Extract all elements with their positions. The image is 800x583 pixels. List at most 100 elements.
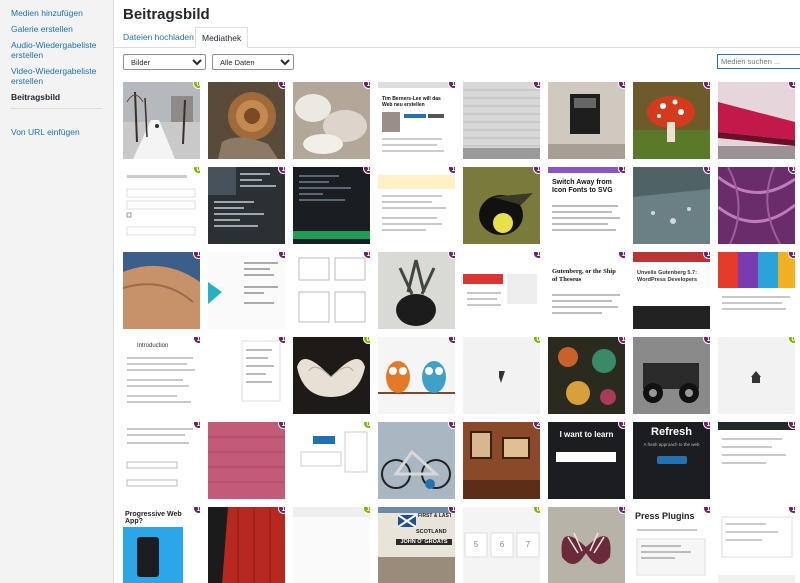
attachment-thumb[interactable]: 1	[293, 82, 370, 159]
attachment-thumb[interactable]: 1	[208, 507, 285, 583]
attachment-thumb[interactable]: 1	[208, 252, 285, 329]
attachment-thumb[interactable]: 1	[208, 167, 285, 244]
wireframe-image	[293, 252, 370, 329]
pattern-art-image	[548, 337, 625, 414]
pink-texture-image	[208, 422, 285, 499]
media-modal-content: Beitragsbild Dateien hochladen Mediathek…	[114, 0, 800, 583]
menu-screenshot-image	[208, 337, 285, 414]
article-headline: Tim Berners-Lee will das Web neu erstell…	[382, 96, 441, 108]
attachment-thumb[interactable]: 1	[293, 507, 370, 583]
sidebar-item-add-media[interactable]: Medien hinzufügen	[0, 8, 113, 18]
attachment-thumb[interactable]: 1	[208, 337, 285, 414]
attachment-thumb[interactable]: 1	[378, 252, 455, 329]
document-heading: Introduction	[137, 343, 169, 349]
admin-screenshot-image	[718, 507, 795, 583]
attachment-thumb[interactable]: 1	[718, 252, 795, 329]
attachment-thumb[interactable]: 5 6 7 0	[463, 507, 540, 583]
attachment-thumb[interactable]: 1	[463, 167, 540, 244]
butterfly-image	[548, 507, 625, 583]
sidebar-item-featured-image[interactable]: Beitragsbild	[0, 92, 113, 102]
attachment-thumb[interactable]: 1	[548, 82, 625, 159]
attachment-thumb[interactable]: Introduction 1	[123, 337, 200, 414]
purple-macro-image	[718, 167, 795, 244]
attachment-thumb[interactable]: 1	[293, 252, 370, 329]
attachment-thumb[interactable]: 1	[633, 167, 710, 244]
book-pages-image	[293, 337, 370, 414]
brick-wall-image	[463, 82, 540, 159]
media-type-filter[interactable]: Bilder	[123, 54, 206, 70]
attachment-thumb[interactable]: Gutenberg, or the Ship of Theseus 1	[548, 252, 625, 329]
attachment-thumb[interactable]: 1	[633, 82, 710, 159]
code-screenshot-image	[208, 167, 285, 244]
attachment-thumb[interactable]: 1	[463, 252, 540, 329]
attachment-thumb[interactable]: 1	[123, 252, 200, 329]
banner-heading: I want to learn	[559, 430, 614, 439]
attachment-thumb[interactable]: 1	[378, 337, 455, 414]
sidebar-item-create-audio-playlist[interactable]: Audio-Wiedergabeliste erstellen	[0, 40, 113, 60]
attachment-thumb[interactable]: 1	[718, 82, 795, 159]
attachment-thumb[interactable]: Refresh A fresh approach to the web 1	[633, 422, 710, 499]
attachment-thumb[interactable]: 1	[463, 82, 540, 159]
attachment-thumb[interactable]: 1	[208, 82, 285, 159]
tab-upload-files[interactable]: Dateien hochladen	[117, 27, 200, 48]
pin-placeholder-image	[463, 337, 540, 414]
website-screenshot-image	[463, 252, 540, 329]
news-screenshot-image	[633, 252, 710, 329]
tab-media-library[interactable]: Mediathek	[195, 27, 249, 48]
attachment-thumb[interactable]: 1	[718, 167, 795, 244]
document-screenshot-image	[378, 167, 455, 244]
attachment-thumb[interactable]: 1	[208, 422, 285, 499]
mushroom-image	[633, 82, 710, 159]
owls-illustration-image	[378, 337, 455, 414]
attachment-thumb[interactable]: 1	[378, 167, 455, 244]
sign-line-2: SCOTLAND	[416, 529, 447, 535]
attachment-thumb[interactable]: 0	[123, 82, 200, 159]
attachment-thumb[interactable]: FIRST & LAST SCOTLAND JOHN O' GROATS 1	[378, 507, 455, 583]
router-tabs: Dateien hochladen Mediathek	[114, 27, 800, 48]
article-screenshot-image	[378, 82, 455, 159]
sidebar: Medien hinzufügen Galerie erstellen Audi…	[0, 0, 114, 583]
attachment-thumb[interactable]: 1	[718, 507, 795, 583]
attachment-thumb[interactable]: Press Plugins 1	[633, 507, 710, 583]
article-headline: Unveils Gutenberg 5.7: WordPress Develop…	[637, 270, 698, 283]
plant-pot-image	[378, 252, 455, 329]
vintage-car-image	[633, 337, 710, 414]
attachment-thumb[interactable]: 0	[123, 167, 200, 244]
media-date-filter[interactable]: Alle Daten	[212, 54, 294, 70]
attachment-thumb[interactable]: 1	[123, 422, 200, 499]
login-form-image	[293, 422, 370, 499]
sign-line-1: FIRST & LAST	[418, 513, 452, 519]
attachment-thumb[interactable]: 1	[633, 337, 710, 414]
attachment-thumb[interactable]: 1	[293, 167, 370, 244]
attachment-thumb[interactable]: I want to learn 1	[548, 422, 625, 499]
water-drops-image	[633, 167, 710, 244]
wall-frames-image	[463, 422, 540, 499]
sidebar-item-insert-from-url[interactable]: Von URL einfügen	[0, 127, 113, 137]
attachment-thumb[interactable]: 1	[378, 422, 455, 499]
attachment-thumb[interactable]: 2	[463, 422, 540, 499]
banner-heading: Refresh	[651, 426, 692, 438]
red-building-image	[208, 507, 285, 583]
attachment-thumb[interactable]: 0	[293, 422, 370, 499]
box-number: 6	[499, 540, 505, 549]
attachment-thumb[interactable]: 0	[463, 337, 540, 414]
article-headline: Gutenberg, or the Ship of Theseus	[552, 268, 616, 283]
blank-page-image	[293, 507, 370, 583]
attachment-thumb[interactable]: 1	[548, 337, 625, 414]
motion-blur-train-image	[718, 82, 795, 159]
attachment-thumb[interactable]: Progressive Web App? 1	[123, 507, 200, 583]
attachment-thumb[interactable]: Unveils Gutenberg 5.7: WordPress Develop…	[633, 252, 710, 329]
box-number: 5	[473, 540, 479, 549]
attachment-thumb[interactable]: 1	[718, 422, 795, 499]
attachment-thumb[interactable]: 0	[293, 337, 370, 414]
colorful-banner-image	[718, 252, 795, 329]
sidebar-item-create-gallery[interactable]: Galerie erstellen	[0, 24, 113, 34]
attachment-thumb[interactable]: Switch Away from Icon Fonts to SVG 1	[548, 167, 625, 244]
attachment-thumb[interactable]: 0	[718, 337, 795, 414]
media-search-input[interactable]	[717, 54, 800, 69]
attachment-thumb[interactable]: 1	[548, 507, 625, 583]
winter-park-image	[123, 82, 200, 159]
attachment-thumb[interactable]: Tim Berners-Lee will das Web neu erstell…	[378, 82, 455, 159]
sidebar-item-create-video-playlist[interactable]: Video-Wiedergabeliste erstellen	[0, 66, 113, 86]
article-gutenberg-image	[548, 252, 625, 329]
